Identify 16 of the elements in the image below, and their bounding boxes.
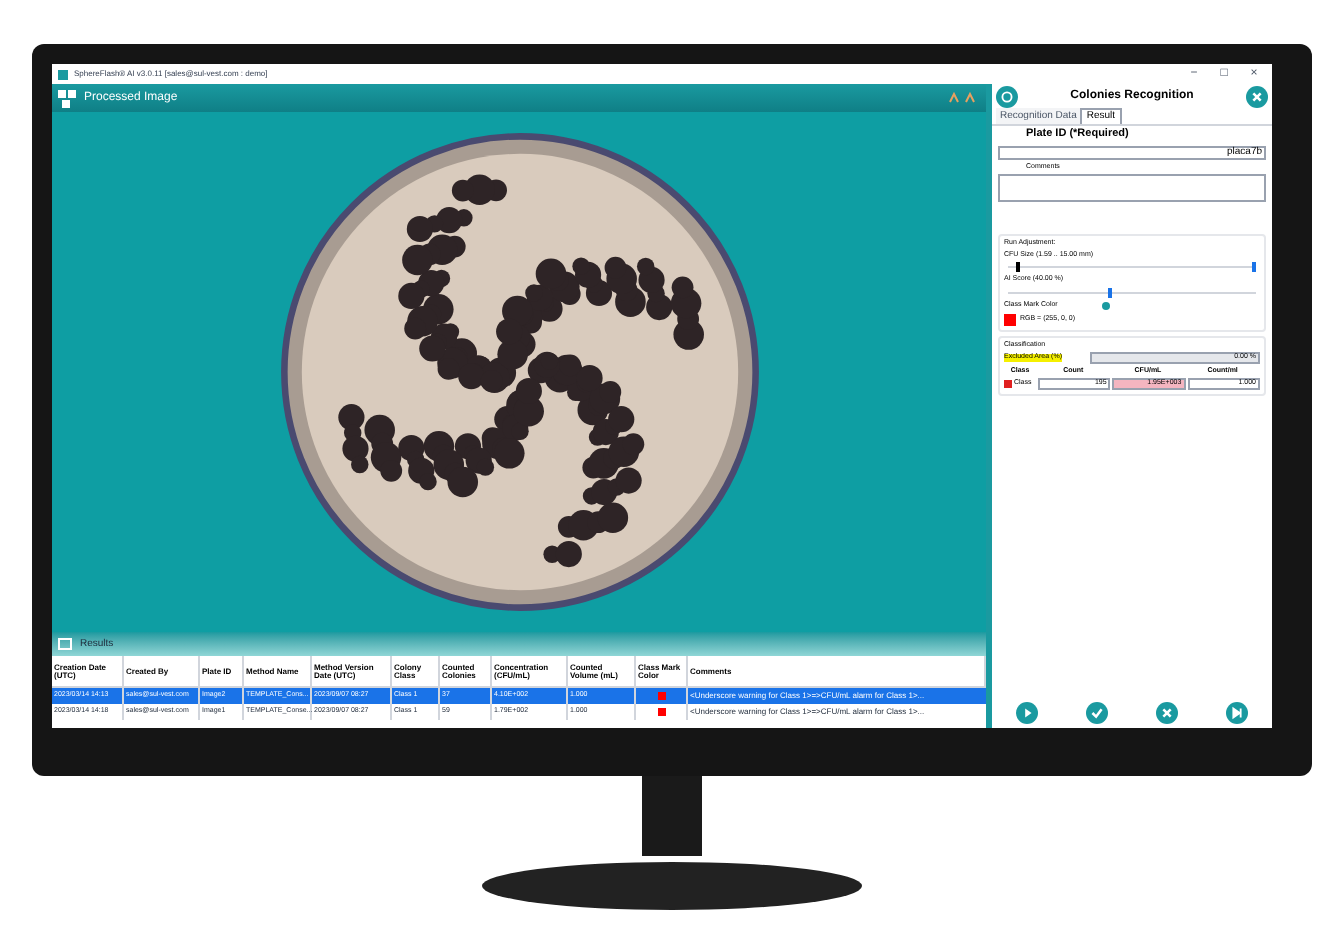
slider-thumb[interactable] — [1107, 287, 1112, 297]
close-icon[interactable] — [1246, 85, 1268, 107]
range-slider[interactable] — [1008, 262, 1256, 272]
comments-field[interactable] — [998, 174, 1266, 202]
check-icon[interactable] — [1086, 702, 1108, 724]
class-checkbox[interactable] — [1004, 379, 1012, 388]
table-icon — [58, 638, 72, 650]
close-icon[interactable] — [1156, 702, 1178, 724]
picker-icon[interactable] — [1101, 301, 1110, 309]
slider-thumb[interactable] — [1016, 262, 1021, 272]
play-icon[interactable] — [1016, 702, 1038, 724]
app-badge-icon[interactable] — [996, 85, 1018, 107]
grid-icon — [58, 89, 76, 107]
color-swatch[interactable] — [1004, 313, 1016, 325]
skip-icon[interactable] — [1226, 702, 1248, 724]
app-icon — [58, 69, 68, 79]
